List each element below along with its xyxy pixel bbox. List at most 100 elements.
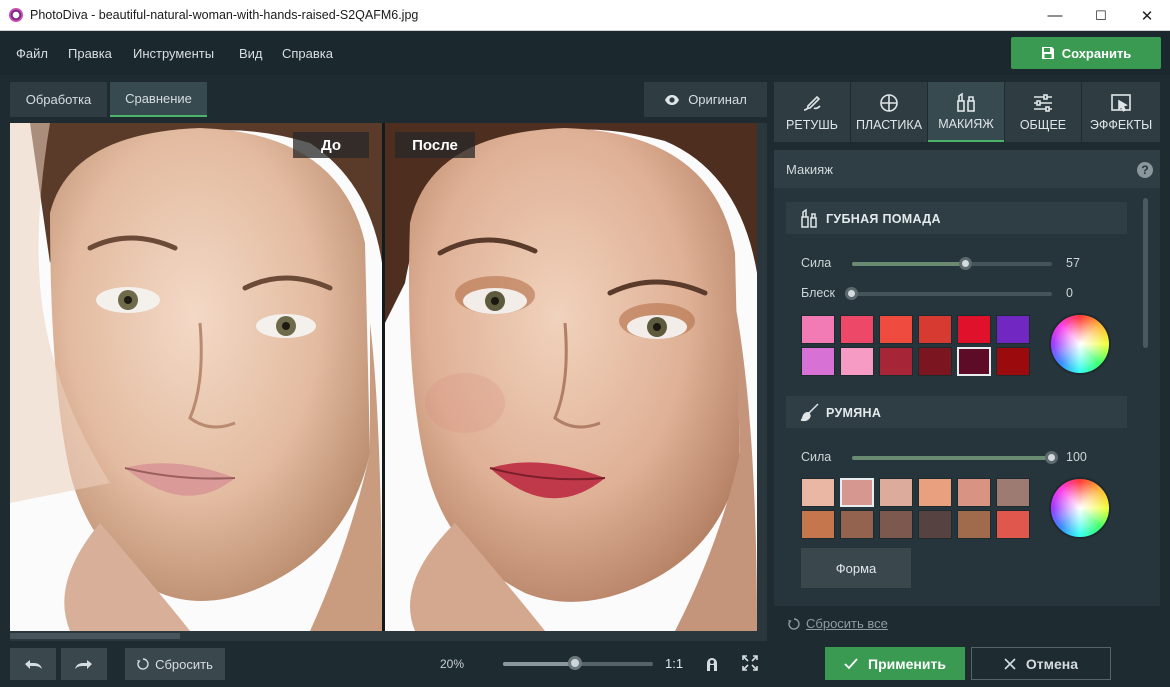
horizontal-scrollbar[interactable] [10,631,757,641]
horizontal-scroll-thumb[interactable] [10,633,180,639]
fit-to-screen-icon[interactable] [704,656,720,675]
floppy-disk-icon [1041,47,1054,59]
minimize-button[interactable]: — [1032,0,1078,31]
save-label: Сохранить [1061,45,1132,61]
original-label: Оригинал [688,92,747,107]
lipstick-swatch[interactable] [996,347,1030,376]
liquify-icon [880,93,898,112]
cancel-button[interactable]: Отмена [971,647,1111,680]
before-badge: До [293,132,369,158]
makeup-icon [957,92,975,112]
before-photo[interactable]: До [10,123,382,631]
tab-compare[interactable]: Сравнение [110,82,207,117]
vertical-scrollbar[interactable] [757,123,767,641]
makeup-panel: Макияж ? ГУБНАЯ ПОМАДА Сила 57 Блеск 0 Р… [774,150,1160,606]
lipstick-swatch[interactable] [879,347,913,376]
blush-swatch[interactable] [840,510,874,539]
blush-swatch[interactable] [840,478,874,507]
blush-brush-icon [800,403,819,422]
reset-icon [137,658,149,670]
tool-tab-retouch-label: РЕТУШЬ [786,117,838,132]
reset-label: Сбросить [155,656,213,672]
save-button[interactable]: Сохранить [1011,37,1161,69]
blush-swatch[interactable] [918,478,952,507]
blush-color-wheel[interactable] [1049,477,1111,539]
help-icon[interactable]: ? [1137,162,1153,178]
blush-swatch[interactable] [801,478,835,507]
tool-tab-retouch[interactable]: РЕТУШЬ [774,82,850,142]
lipstick-swatch[interactable] [957,347,991,376]
blush-swatch[interactable] [801,510,835,539]
tool-tab-effects[interactable]: ЭФФЕКТЫ [1082,82,1160,142]
window-title: PhotoDiva - beautiful-natural-woman-with… [30,8,419,22]
blush-section-header[interactable]: РУМЯНА [786,396,1127,428]
panel-scroll-thumb[interactable] [1143,198,1148,348]
lipstick-swatch[interactable] [801,347,835,376]
menu-edit[interactable]: Правка [68,46,112,61]
lipstick-swatch[interactable] [918,315,952,344]
zoom-slider-fill [503,662,575,666]
menu-tools[interactable]: Инструменты [133,46,214,61]
blush-swatch[interactable] [879,478,913,507]
lipstick-section-header[interactable]: ГУБНАЯ ПОМАДА [786,202,1127,234]
tab-processing[interactable]: Обработка [10,82,107,117]
zoom-slider-thumb[interactable] [568,656,582,670]
blush-swatch[interactable] [918,510,952,539]
check-icon [844,657,858,669]
lipstick-strength-slider[interactable] [852,262,1052,266]
tool-tab-liquify[interactable]: ПЛАСТИКА [851,82,927,142]
lipstick-gloss-value: 0 [1066,286,1073,300]
menu-file[interactable]: Файл [16,46,48,61]
original-button[interactable]: Оригинал [644,82,767,117]
reset-button[interactable]: Сбросить [125,648,225,680]
sliders-icon [1034,93,1052,112]
tool-tab-liquify-label: ПЛАСТИКА [855,117,923,132]
fullscreen-icon[interactable] [742,655,758,674]
panel-scrollbar[interactable] [1140,196,1150,601]
lipstick-swatch[interactable] [996,315,1030,344]
apply-button[interactable]: Применить [825,647,965,680]
menu-bar: Файл Правка Инструменты Вид Справка [0,31,1170,75]
lipstick-gloss-thumb[interactable] [845,287,858,300]
lipstick-strength-thumb[interactable] [959,257,972,270]
blush-swatch[interactable] [879,510,913,539]
after-photo[interactable]: После [385,123,757,631]
apply-label: Применить [868,655,946,672]
cancel-label: Отмена [1025,655,1079,672]
comparison-viewer[interactable]: До После [10,123,757,631]
blush-strength-slider[interactable] [852,456,1052,460]
redo-button[interactable] [61,648,107,680]
undo-icon [25,660,42,669]
lipstick-color-wheel[interactable] [1049,313,1111,375]
tool-tab-makeup-label: МАКИЯЖ [938,116,994,131]
lipstick-gloss-slider[interactable] [852,292,1052,296]
actual-size-button[interactable]: 1:1 [665,656,683,671]
blush-strength-thumb[interactable] [1045,451,1058,464]
lipstick-swatch[interactable] [879,315,913,344]
blush-swatch[interactable] [996,478,1030,507]
lipstick-swatch[interactable] [840,315,874,344]
blush-shape-button[interactable]: Форма [801,548,911,588]
blush-strength-value: 100 [1066,450,1087,464]
panel-header: Макияж ? [774,150,1160,188]
undo-button[interactable] [10,648,56,680]
maximize-button[interactable]: ☐ [1078,0,1124,31]
close-button[interactable]: ✕ [1124,0,1170,31]
panel-title: Макияж [786,162,833,177]
reset-all-link[interactable]: Сбросить все [788,616,888,631]
blush-swatch[interactable] [957,510,991,539]
tool-tab-general[interactable]: ОБЩЕЕ [1005,82,1081,142]
menu-view[interactable]: Вид [239,46,263,61]
effects-icon [1111,93,1131,112]
reset-icon [788,617,800,630]
lipstick-strength-label: Сила [801,256,832,270]
lipstick-swatch[interactable] [918,347,952,376]
blush-swatch[interactable] [996,510,1030,539]
lipstick-swatch[interactable] [957,315,991,344]
blush-swatch[interactable] [957,478,991,507]
blush-strength-fill [852,456,1052,460]
tool-tab-makeup[interactable]: МАКИЯЖ [928,82,1004,142]
menu-help[interactable]: Справка [282,46,333,61]
lipstick-swatch[interactable] [840,347,874,376]
lipstick-swatch[interactable] [801,315,835,344]
